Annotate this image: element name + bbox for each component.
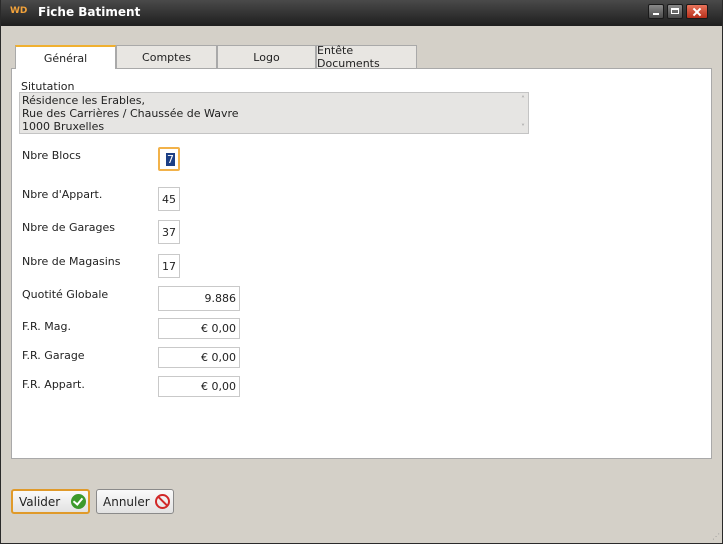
situation-textarea[interactable]: Résidence les Erables, Rue des Carrières… bbox=[19, 92, 529, 134]
valider-button[interactable]: Valider bbox=[11, 489, 90, 514]
nbre-garages-label: Nbre de Garages bbox=[22, 221, 116, 234]
nbre-garages-input[interactable]: 37 bbox=[158, 220, 180, 244]
fr-mag-label: F.R. Mag. bbox=[22, 320, 72, 333]
scroll-up-icon[interactable]: ˄ bbox=[521, 95, 525, 104]
annuler-button[interactable]: Annuler bbox=[96, 489, 174, 514]
cancel-icon bbox=[155, 494, 170, 509]
tab-entete-documents[interactable]: Entête Documents bbox=[316, 44, 417, 70]
nbre-magasins-label: Nbre de Magasins bbox=[22, 255, 121, 268]
close-icon[interactable] bbox=[686, 4, 708, 19]
resize-grip-icon[interactable]: ⋰ bbox=[712, 532, 720, 541]
fiche-batiment-window: WD Fiche Batiment Général Comptes Logo E… bbox=[0, 0, 723, 544]
nbre-blocs-input[interactable]: 7 bbox=[158, 147, 180, 171]
nbre-appart-label: Nbre d'Appart. bbox=[22, 188, 103, 201]
quotite-globale-input[interactable]: 9.886 bbox=[158, 286, 240, 311]
fr-mag-input[interactable]: € 0,00 bbox=[158, 318, 240, 339]
annuler-label: Annuler bbox=[103, 494, 150, 509]
tab-general[interactable]: Général bbox=[15, 45, 116, 69]
app-logo-icon: WD bbox=[10, 6, 28, 16]
situation-text: Résidence les Erables, Rue des Carrières… bbox=[22, 94, 239, 133]
tab-comptes[interactable]: Comptes bbox=[116, 45, 217, 68]
window-title: Fiche Batiment bbox=[38, 5, 141, 19]
nbre-appart-input[interactable]: 45 bbox=[158, 187, 180, 211]
nbre-blocs-label: Nbre Blocs bbox=[22, 149, 81, 162]
nbre-magasins-input[interactable]: 17 bbox=[158, 254, 180, 278]
fr-appart-input[interactable]: € 0,00 bbox=[158, 376, 240, 397]
maximize-icon[interactable] bbox=[667, 4, 683, 19]
fr-appart-label: F.R. Appart. bbox=[22, 378, 85, 391]
fr-garage-label: F.R. Garage bbox=[22, 349, 85, 362]
nbre-blocs-value: 7 bbox=[166, 152, 175, 166]
quotite-globale-label: Quotité Globale bbox=[22, 288, 109, 301]
valider-label: Valider bbox=[19, 494, 61, 509]
tab-logo[interactable]: Logo bbox=[217, 45, 316, 68]
check-icon bbox=[71, 494, 86, 509]
scroll-down-icon[interactable]: ˅ bbox=[521, 123, 525, 132]
minimize-icon[interactable] bbox=[648, 4, 664, 19]
title-bar[interactable]: WD Fiche Batiment bbox=[1, 0, 722, 26]
fr-garage-input[interactable]: € 0,00 bbox=[158, 347, 240, 368]
